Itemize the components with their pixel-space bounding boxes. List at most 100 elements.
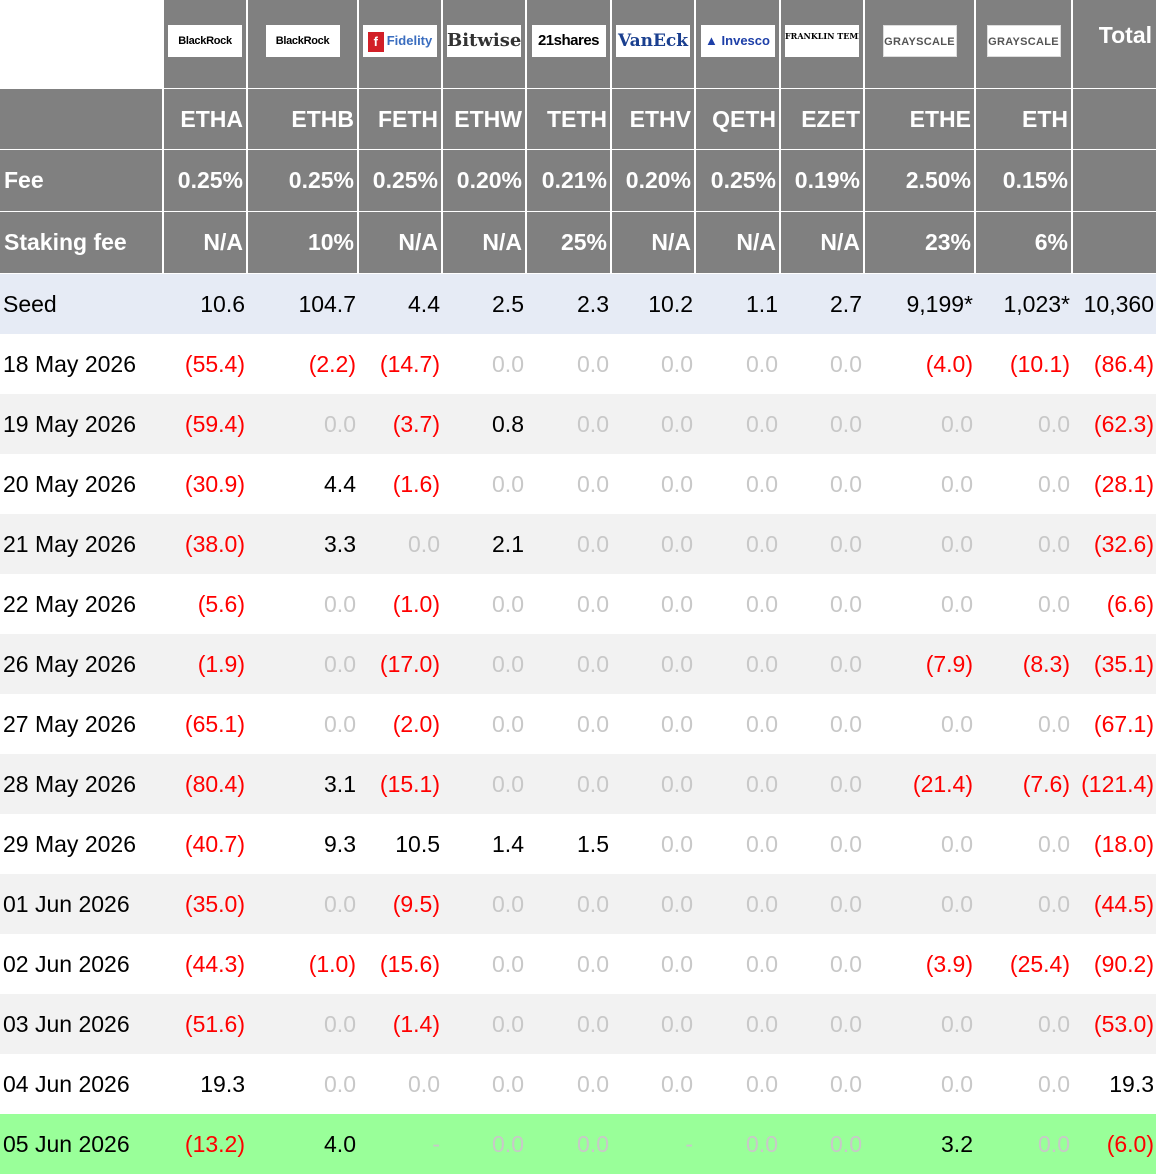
date-cell: 19 May 2026: [0, 394, 163, 454]
fee-cell: 0.19%: [780, 150, 864, 212]
flow-cell: 0.0: [695, 874, 780, 934]
flow-cell: 0.0: [780, 694, 864, 754]
flow-cell: 0.0: [975, 694, 1072, 754]
total-cell: (67.1): [1072, 694, 1156, 754]
flow-cell: 0.0: [864, 1054, 975, 1114]
flow-cell: (30.9): [163, 454, 247, 514]
flow-cell: 0.0: [442, 334, 526, 394]
total-header: Total: [1072, 0, 1156, 89]
fee-cell: 0.20%: [442, 150, 526, 212]
flow-cell: 0.0: [442, 454, 526, 514]
total-cell: (86.4): [1072, 334, 1156, 394]
fee-cell: 0.20%: [611, 150, 695, 212]
flow-cell: 0.0: [975, 514, 1072, 574]
flow-cell: 1,023*: [975, 274, 1072, 335]
flow-cell: (9.5): [358, 874, 442, 934]
flow-cell: 0.0: [526, 334, 611, 394]
flow-cell: 3.3: [247, 514, 358, 574]
flow-cell: (15.6): [358, 934, 442, 994]
flow-cell: 0.0: [526, 694, 611, 754]
staking-fee-cell: 6%: [975, 212, 1072, 274]
seed-row: Seed10.6104.74.42.52.310.21.12.79,199*1,…: [0, 274, 1156, 335]
flow-cell: 0.0: [247, 634, 358, 694]
total-cell: (28.1): [1072, 454, 1156, 514]
flow-cell: 0.0: [780, 994, 864, 1054]
table-row: 28 May 2026(80.4)3.1(15.1)0.00.00.00.00.…: [0, 754, 1156, 814]
flow-cell: 0.0: [611, 754, 695, 814]
staking-fee-cell: N/A: [163, 212, 247, 274]
issuer-logo-row: BlackRock BlackRock fFidelity Bitwise 21…: [0, 0, 1156, 89]
table-row: 27 May 2026(65.1)0.0(2.0)0.00.00.00.00.0…: [0, 694, 1156, 754]
flow-cell: (7.6): [975, 754, 1072, 814]
fee-cell: 0.15%: [975, 150, 1072, 212]
flow-cell: 0.0: [442, 574, 526, 634]
flow-cell: 0.0: [526, 874, 611, 934]
flow-cell: 0.0: [358, 514, 442, 574]
flow-cell: (17.0): [358, 634, 442, 694]
flow-cell: (38.0): [163, 514, 247, 574]
issuer-logo-cell: Bitwise: [442, 0, 526, 89]
flow-cell: 0.0: [780, 1054, 864, 1114]
date-cell: 02 Jun 2026: [0, 934, 163, 994]
table-row: 21 May 2026(38.0)3.30.02.10.00.00.00.00.…: [0, 514, 1156, 574]
date-cell: 20 May 2026: [0, 454, 163, 514]
flow-cell: 0.0: [526, 454, 611, 514]
franklin-templeton-logo: FRANKLIN TEMPLETON: [785, 25, 859, 57]
flow-cell: (3.7): [358, 394, 442, 454]
fee-total-blank: [1072, 150, 1156, 212]
fee-row-label: Fee: [0, 150, 163, 212]
flow-cell: (80.4): [163, 754, 247, 814]
flow-cell: 0.0: [526, 1114, 611, 1174]
flow-cell: 0.0: [611, 334, 695, 394]
total-cell: (90.2): [1072, 934, 1156, 994]
fee-cell: 0.25%: [695, 150, 780, 212]
vaneck-logo: VanEck: [616, 25, 690, 57]
date-cell: 26 May 2026: [0, 634, 163, 694]
flows-body: Seed10.6104.74.42.52.310.21.12.79,199*1,…: [0, 274, 1156, 1174]
date-cell: 21 May 2026: [0, 514, 163, 574]
fee-cell: 2.50%: [864, 150, 975, 212]
flow-cell: 0.0: [247, 394, 358, 454]
total-cell: 19.3: [1072, 1054, 1156, 1114]
staking-fee-row-label: Staking fee: [0, 212, 163, 274]
flow-cell: 0.0: [526, 994, 611, 1054]
flow-cell: 0.0: [780, 1114, 864, 1174]
flow-cell: 0.0: [695, 1114, 780, 1174]
fidelity-f-icon: f: [368, 32, 384, 52]
total-cell: (44.5): [1072, 874, 1156, 934]
flow-cell: 0.0: [442, 1054, 526, 1114]
flow-cell: 0.0: [526, 574, 611, 634]
flow-cell: 0.0: [780, 754, 864, 814]
flow-cell: (2.0): [358, 694, 442, 754]
flow-cell: 0.0: [864, 994, 975, 1054]
flow-cell: (1.6): [358, 454, 442, 514]
flow-cell: 0.0: [526, 634, 611, 694]
issuer-logo-cell: ▲ Invesco: [695, 0, 780, 89]
flow-cell: 9,199*: [864, 274, 975, 335]
flow-cell: 0.0: [442, 754, 526, 814]
flow-cell: 0.0: [780, 394, 864, 454]
issuer-logo-cell: fFidelity: [358, 0, 442, 89]
flow-cell: (40.7): [163, 814, 247, 874]
flow-cell: 1.4: [442, 814, 526, 874]
flow-cell: (35.0): [163, 874, 247, 934]
flow-cell: 0.0: [611, 694, 695, 754]
table-row: 19 May 2026(59.4)0.0(3.7)0.80.00.00.00.0…: [0, 394, 1156, 454]
flow-cell: 0.0: [780, 814, 864, 874]
flow-cell: 0.0: [975, 454, 1072, 514]
date-cell: Seed: [0, 274, 163, 335]
ticker-row: ETHA ETHB FETH ETHW TETH ETHV QETH EZET …: [0, 89, 1156, 150]
flow-cell: 0.0: [780, 454, 864, 514]
date-cell: 03 Jun 2026: [0, 994, 163, 1054]
date-cell: 27 May 2026: [0, 694, 163, 754]
ticker-cell: ETH: [975, 89, 1072, 150]
flow-cell: 0.0: [442, 634, 526, 694]
flow-cell: (4.0): [864, 334, 975, 394]
date-cell: 18 May 2026: [0, 334, 163, 394]
flow-cell: 0.0: [526, 394, 611, 454]
flow-cell: -: [611, 1114, 695, 1174]
flow-cell: 0.0: [780, 514, 864, 574]
flow-cell: (3.9): [864, 934, 975, 994]
flow-cell: 0.0: [975, 874, 1072, 934]
date-cell: 05 Jun 2026: [0, 1114, 163, 1174]
